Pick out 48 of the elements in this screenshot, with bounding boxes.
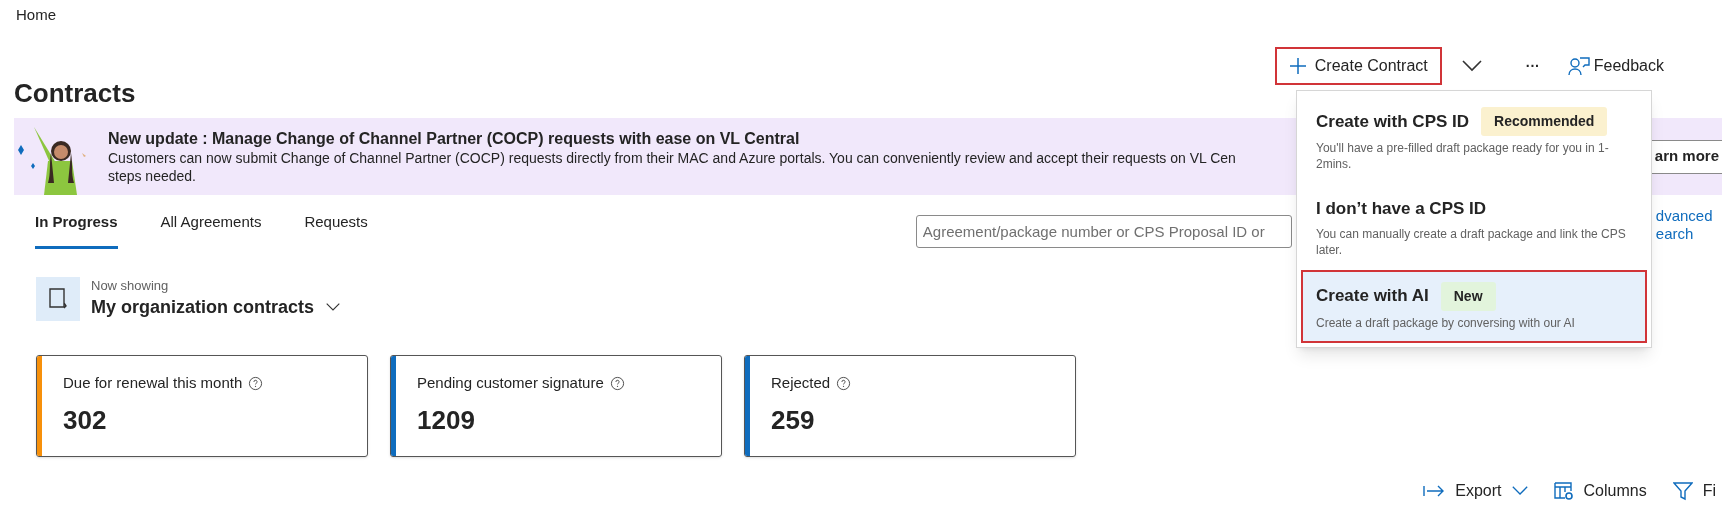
summary-card[interactable]: Due for renewal this month 302 — [36, 355, 368, 457]
card-title: Due for renewal this month — [63, 373, 243, 393]
banner-text: steps needed. — [108, 166, 197, 185]
menu-item-description: You can manually create a draft package and link the CPS later. — [1316, 225, 1627, 258]
more-button[interactable]: ··· — [1525, 55, 1540, 77]
help-icon[interactable] — [836, 375, 852, 391]
chevron-down-icon — [326, 302, 341, 312]
view-selector[interactable]: My organization contracts — [91, 294, 341, 320]
filter-icon — [1672, 481, 1693, 501]
card-title: Pending customer signature — [417, 373, 604, 393]
breadcrumb[interactable]: Home — [16, 6, 56, 23]
advanced-search-link[interactable]: dvanced earch — [1655, 207, 1720, 243]
tab[interactable]: Requests — [304, 207, 368, 249]
summary-card[interactable]: Pending customer signature 1209 — [390, 355, 722, 457]
plus-icon — [1288, 57, 1307, 75]
page-title: Contracts — [14, 80, 136, 110]
document-icon — [36, 277, 80, 321]
columns-button[interactable]: Columns — [1553, 479, 1647, 503]
card-value: 1209 — [417, 406, 476, 433]
help-icon[interactable] — [248, 375, 264, 391]
banner-heading: New update : Manage Change of Channel Partner (COCP) requests with ease on VL Central — [108, 128, 801, 149]
tab[interactable]: In Progress — [35, 207, 118, 249]
chevron-down-icon — [1461, 60, 1482, 72]
menu-item-title: I don’t have a CPS ID — [1316, 198, 1487, 220]
card-title: Rejected — [771, 373, 831, 393]
person-feedback-icon — [1567, 56, 1590, 76]
search-field[interactable]: Agreement/package number or CPS Proposal ID or — [915, 215, 1292, 248]
menu-item-title: Create with AI — [1316, 285, 1429, 308]
tab[interactable]: All Agreements — [160, 207, 262, 249]
menu-item-tag: Recommended — [1481, 107, 1608, 136]
summary-card[interactable]: Rejected 259 — [744, 355, 1076, 457]
menu-item-description: Create a draft package by conversing with our AI — [1316, 314, 1576, 331]
create-contract-button[interactable]: Create Contract — [1274, 47, 1442, 85]
card-value: 302 — [63, 406, 108, 433]
banner-text: Customers can now submit Change of Channel Partner (COCP) requests directly from their MAC and Azure portals. You can conveniently review and accept their requests on VL Cen — [108, 148, 1236, 167]
now-showing-label: Now showing — [91, 278, 170, 294]
menu-item-tag: New — [1440, 281, 1496, 311]
menu-item[interactable]: Create with AI New Create a draft package by conversing with our AI — [1301, 269, 1647, 343]
feedback-button[interactable]: Feedback — [1567, 54, 1664, 78]
filter-button[interactable]: Fi — [1672, 479, 1716, 503]
menu-item-title: Create with CPS ID — [1316, 110, 1470, 133]
columns-settings-icon — [1553, 481, 1574, 501]
export-icon — [1423, 485, 1446, 497]
card-value: 259 — [771, 406, 816, 433]
export-button[interactable]: Export — [1423, 479, 1528, 503]
help-icon[interactable] — [609, 375, 625, 391]
menu-item-description: You'll have a pre-filled draft package ready for you in 1-2mins. — [1316, 140, 1610, 172]
chevron-down-icon — [1511, 486, 1528, 496]
